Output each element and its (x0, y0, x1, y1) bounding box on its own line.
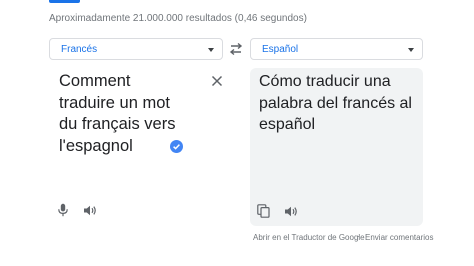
footer-separator: · (357, 232, 360, 241)
translation-output: Cómo traducir una palabra del francés al… (259, 71, 421, 136)
source-text-line: l'espagnol (59, 136, 133, 155)
translation-line: palabra del francés al (259, 94, 412, 112)
translation-line: español (259, 116, 316, 133)
translate-widget: Aproximadamente 21.000.000 resultados (0… (0, 0, 474, 266)
chevron-down-icon (408, 48, 414, 52)
active-tab-indicator (49, 0, 80, 3)
send-feedback-link[interactable]: Enviar comentarios (365, 233, 433, 242)
target-language-label: Español (262, 44, 299, 55)
source-text-line: traduire un mot (59, 93, 170, 112)
source-text-input[interactable]: Comment traduire un mot du français vers… (59, 71, 209, 157)
chevron-down-icon (208, 48, 214, 52)
results-stats: Aproximadamente 21.000.000 resultados (0… (49, 13, 307, 24)
swap-arrows-icon[interactable] (227, 42, 245, 56)
speaker-icon[interactable] (83, 204, 97, 217)
source-language-select[interactable]: Francés (49, 38, 223, 60)
source-text-line: du français vers (59, 115, 176, 133)
verified-check-icon (170, 140, 183, 153)
target-language-select[interactable]: Español (250, 38, 423, 60)
close-icon[interactable] (211, 75, 223, 87)
microphone-icon[interactable] (57, 203, 69, 217)
source-text-line: Comment (59, 72, 131, 90)
copy-icon[interactable] (257, 204, 270, 218)
speaker-icon[interactable] (284, 205, 298, 218)
translation-line: Cómo traducir una (259, 73, 391, 90)
source-language-label: Francés (61, 44, 98, 55)
open-in-translate-link[interactable]: Abrir en el Traductor de Google (253, 233, 365, 242)
